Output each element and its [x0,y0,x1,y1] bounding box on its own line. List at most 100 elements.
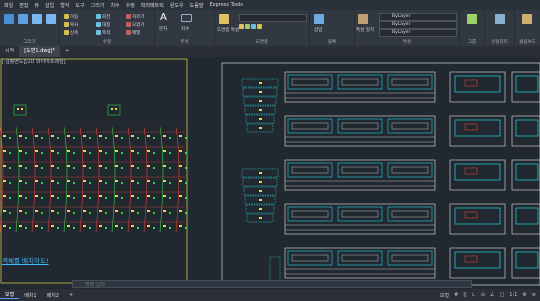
line-icon[interactable] [4,14,14,24]
status-toggle-5[interactable]: ∠ [490,292,494,299]
grid-node [67,165,70,167]
grid-node [51,195,54,197]
menu-item-12[interactable]: Express Tools [209,2,242,8]
array-tool[interactable]: 배열 [126,30,140,36]
circle-icon[interactable] [32,14,42,24]
polyline-icon[interactable] [18,14,28,24]
section-box [454,75,501,93]
fillet-tool[interactable]: 모깎기 [126,22,144,28]
lineweight-dropdown[interactable]: ByLayer [379,29,457,37]
grid-node [99,180,102,182]
menu-item-11[interactable]: 도움말 [190,2,204,9]
layout-tab-2[interactable]: 배치2 [42,292,64,299]
section-box [515,163,539,181]
menu-item-4[interactable]: 형식 [60,2,69,9]
grid-node [99,165,102,167]
grid-node [57,212,59,214]
menu-item-5[interactable]: 도구 [75,2,84,9]
layer-on-icon[interactable] [245,24,250,29]
tab-start[interactable]: 시작 [0,46,19,57]
menu-item-8[interactable]: 수정 [126,2,135,9]
section-core [464,167,478,175]
layer-dropdown[interactable] [239,14,307,22]
menu-item-1[interactable]: 편집 [19,2,28,9]
grid-node [35,195,38,197]
grid-node [179,195,182,197]
grid-node [169,227,171,229]
trim-tool[interactable]: 자르기 [126,14,144,20]
scale-tool[interactable]: 축척 [96,30,110,36]
status-toggle-8[interactable]: ⚙ [522,292,526,299]
status-toggle-0[interactable]: 모형 [440,292,449,299]
command-line[interactable] [72,280,472,288]
mirror-tool[interactable]: 대칭 [96,22,110,28]
tab-drawing[interactable]: [도면1.dwg]* [19,46,61,57]
grid-node [105,197,107,199]
grid-node [137,137,139,139]
menu-item-10[interactable]: 윈도우 [170,2,184,9]
grid-node [105,152,107,154]
move-tool[interactable]: 이동 [64,14,78,20]
detail-table [284,247,436,279]
status-toggle-7[interactable]: 1:1 [509,292,517,299]
layout-tab-model[interactable]: 모형 [0,291,20,299]
copy-tool[interactable]: 복사 [64,22,78,28]
segment-dot [259,127,262,129]
layer-freeze-icon[interactable] [239,24,244,29]
layout-tab-1[interactable]: 배치1 [19,292,41,299]
grid-node [51,135,54,137]
command-input[interactable] [73,282,465,288]
grid-node [83,180,86,182]
menu-item-7[interactable]: 치수 [110,2,119,9]
status-toggle-1[interactable]: # [454,292,458,299]
grid-node [73,227,75,229]
grid-node [3,225,6,227]
linetype-dropdown[interactable]: ByLayer [379,21,457,29]
menu-item-6[interactable]: 그리기 [91,2,105,9]
text-icon[interactable]: A [160,13,170,23]
group-icon[interactable] [467,14,477,24]
layer-match-icon[interactable] [257,24,262,29]
status-toggle-3[interactable]: ∟ [472,292,476,299]
color-dropdown[interactable]: ByLayer [379,13,457,21]
rotate-tool[interactable]: 회전 [96,14,110,20]
section-box [454,163,501,181]
grid-node [179,135,182,137]
menu-item-2[interactable]: 뷰 [34,2,39,9]
detail-inner [291,166,329,174]
new-tab-button[interactable]: + [60,46,74,57]
dimension-icon[interactable] [181,14,192,22]
grid-arc [111,126,116,233]
viewport-label[interactable]: [-][평면도][2D 와이어프레임] [2,58,66,65]
menu-item-3[interactable]: 삽입 [45,2,54,9]
grid-arc [63,126,68,233]
grid-node [147,165,150,167]
menu-item-9[interactable]: 파라메트릭 [141,2,164,9]
paste-icon[interactable] [522,14,532,24]
stretch-tool[interactable]: 신축 [64,30,78,36]
insert-block-icon[interactable] [314,14,324,24]
section-box [454,251,501,269]
measure-icon[interactable] [495,14,505,24]
add-layout-button[interactable]: + [64,292,78,298]
status-toggle-2[interactable]: || [463,292,466,299]
layer-properties-icon[interactable] [219,14,229,24]
layer-lock-icon[interactable] [251,24,256,29]
status-toggle-9[interactable]: ≡ [532,292,536,299]
menu-item-0[interactable]: 파일 [4,2,13,9]
grid-node [25,197,27,199]
status-toggle-4[interactable]: ⊙ [481,292,485,299]
grid-node [147,195,150,197]
grid-node [3,180,6,182]
drawing-canvas[interactable] [0,57,540,289]
segment-dot [259,172,262,174]
grid-node [89,167,91,169]
segment-dot [259,109,262,111]
status-toggle-6[interactable]: □ [500,292,505,299]
arc-icon[interactable] [46,14,56,24]
linetype-value: ByLayer [392,22,411,27]
marker-dot [111,108,113,110]
cad-drawing[interactable] [0,57,540,289]
grid-node [19,210,22,212]
match-properties-icon[interactable] [358,14,368,24]
